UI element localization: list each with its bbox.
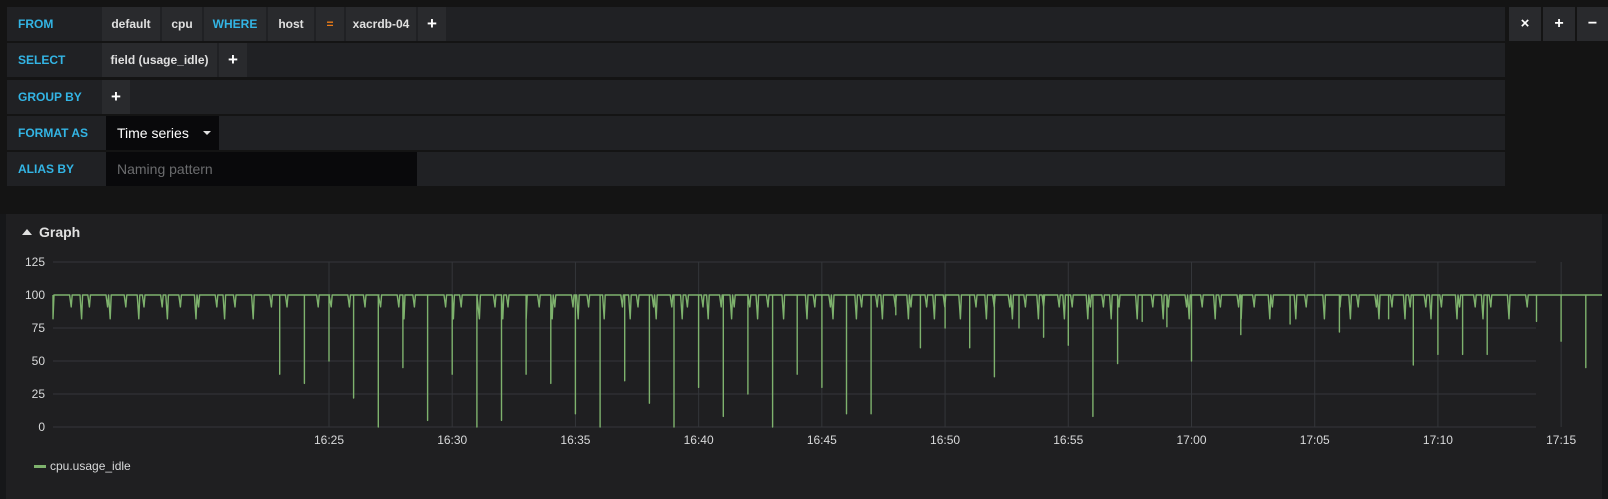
from-measurement[interactable]: cpu	[162, 7, 202, 41]
select-field[interactable]: field (usage_idle)	[102, 43, 217, 77]
format-row-filler	[219, 116, 1505, 150]
alias-by-label: ALIAS BY	[7, 152, 102, 186]
format-as-value: Time series	[117, 125, 189, 141]
y-tick-label: 25	[32, 387, 46, 401]
y-tick-label: 100	[25, 288, 45, 302]
where-keyword: WHERE	[204, 7, 266, 41]
where-operator[interactable]: =	[316, 7, 344, 41]
add-select-button[interactable]: +	[219, 43, 247, 77]
x-tick-label: 17:15	[1546, 433, 1576, 447]
query-row-format-as: FORMAT AS Time series	[7, 116, 1505, 150]
query-row-group-by: GROUP BY +	[7, 80, 1505, 114]
legend-item-cpu-usage-idle[interactable]: cpu.usage_idle	[34, 459, 131, 473]
select-label: SELECT	[7, 43, 102, 77]
where-tag-value[interactable]: xacrdb-04	[346, 7, 416, 41]
format-as-label: FORMAT AS	[7, 116, 102, 150]
x-tick-label: 16:55	[1053, 433, 1083, 447]
y-tick-label: 0	[38, 420, 45, 434]
y-tick-label: 75	[32, 321, 46, 335]
graph-chart: 0 25 50 75 100 125 16:25 16:30 16:35 16:40 16:45 16…	[25, 255, 1602, 447]
x-tick-label: 16:25	[314, 433, 344, 447]
where-tag-key[interactable]: host	[268, 7, 314, 41]
legend-swatch	[34, 465, 46, 469]
from-label: FROM	[7, 7, 102, 41]
x-tick-label: 16:30	[437, 433, 467, 447]
query-editor: FROM default cpu WHERE host = xacrdb-04 …	[0, 0, 1608, 214]
x-tick-label: 17:05	[1300, 433, 1330, 447]
from-retention-policy[interactable]: default	[102, 7, 160, 41]
group-by-label: GROUP BY	[7, 80, 102, 114]
alias-input[interactable]	[106, 152, 417, 186]
collapse-query-button[interactable]: −	[1577, 7, 1608, 41]
add-where-button[interactable]: +	[418, 7, 446, 41]
x-tick-label: 17:00	[1176, 433, 1206, 447]
caret-down-icon	[203, 131, 211, 135]
x-tick-label: 16:50	[930, 433, 960, 447]
query-row-from: FROM default cpu WHERE host = xacrdb-04 …	[7, 7, 1505, 41]
y-tick-label: 50	[32, 354, 46, 368]
query-row-alias-by: ALIAS BY	[7, 152, 1505, 186]
add-group-by-button[interactable]: +	[102, 80, 130, 114]
legend-label: cpu.usage_idle	[50, 459, 131, 473]
graph-panel: Graph 0 25 50 75 100 125 16:25 16:30 16:35 16:40 1…	[6, 214, 1602, 499]
x-tick-label: 16:40	[684, 433, 714, 447]
x-tick-label: 16:35	[560, 433, 590, 447]
format-as-select[interactable]: Time series	[106, 116, 219, 150]
query-row-select: SELECT field (usage_idle) +	[7, 43, 1505, 77]
y-tick-label: 125	[25, 255, 45, 269]
x-tick-label: 16:45	[807, 433, 837, 447]
x-tick-label: 17:10	[1423, 433, 1453, 447]
remove-query-button[interactable]: ×	[1509, 7, 1541, 41]
add-query-button[interactable]: +	[1543, 7, 1575, 41]
